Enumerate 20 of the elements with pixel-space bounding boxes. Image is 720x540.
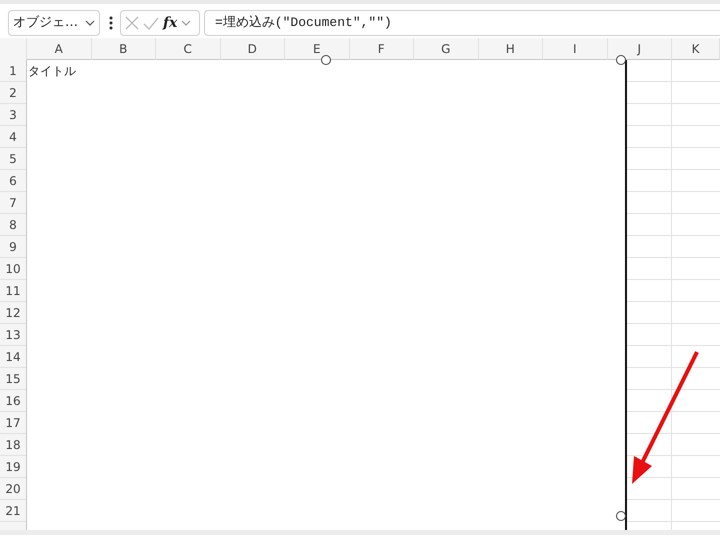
formula-field[interactable]: =埋め込み("Document","") [204, 10, 720, 36]
insert-function-button[interactable]: fx [163, 16, 178, 30]
column-header[interactable]: A [27, 38, 92, 60]
column-header[interactable]: D [220, 38, 285, 60]
column-header[interactable]: F [350, 38, 414, 60]
chevron-icon[interactable] [181, 20, 192, 26]
column-header[interactable]: H [478, 38, 543, 60]
column-header[interactable]: E [285, 38, 350, 60]
cell-text: タイトル [28, 63, 76, 80]
check-icon[interactable] [143, 16, 159, 30]
column-header[interactable]: B [92, 38, 156, 60]
column-header[interactable]: G [414, 38, 478, 60]
name-box[interactable]: オブジェ… [8, 10, 100, 36]
column-header[interactable]: J [608, 38, 672, 60]
cancel-icon[interactable] [125, 16, 139, 30]
horizontal-scrollbar[interactable] [0, 530, 720, 535]
chevron-icon [85, 20, 95, 26]
column-header[interactable]: K [672, 38, 720, 60]
column-header[interactable]: C [156, 38, 220, 60]
column-header[interactable]: I [543, 38, 608, 60]
